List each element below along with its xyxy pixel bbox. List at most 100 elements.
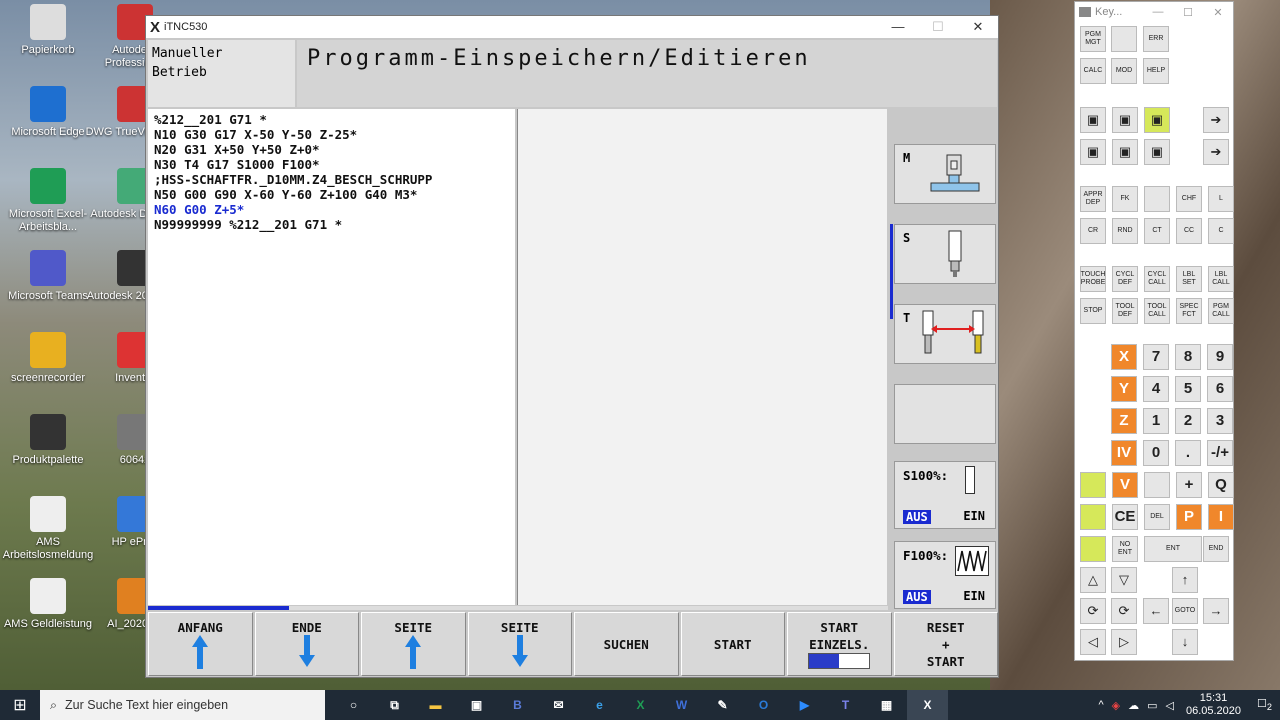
- key-func-10[interactable]: TOUCH PROBE: [1080, 266, 1106, 292]
- calculator-taskbar-icon[interactable]: ▦: [866, 690, 907, 720]
- softkey-8[interactable]: RESET + START: [893, 612, 998, 676]
- softkey-7[interactable]: START EINZELS.: [787, 612, 892, 676]
- outlook-taskbar-icon[interactable]: O: [743, 690, 784, 720]
- tray-app-icon[interactable]: ◈: [1108, 699, 1124, 712]
- desktop-icon[interactable]: AMS Arbeitslosmeldung: [0, 496, 98, 562]
- nav-key-4[interactable]: ⟳: [1111, 598, 1137, 624]
- key-func-0[interactable]: APPR DEP: [1080, 186, 1106, 212]
- key-num-0-3[interactable]: 9: [1207, 344, 1233, 370]
- key-func-16[interactable]: TOOL DEF: [1112, 298, 1138, 324]
- feed-override-ein[interactable]: EIN: [963, 589, 985, 603]
- program-editor[interactable]: %212__201 G71 * N10 G30 G17 X-50 Y-50 Z-2…: [148, 109, 515, 605]
- softkey-6[interactable]: START: [680, 612, 785, 676]
- program-line[interactable]: N30 T4 G17 S1000 F100*: [154, 157, 509, 172]
- key-top-4[interactable]: MOD: [1111, 58, 1137, 84]
- key-edit-5-2[interactable]: DEL: [1144, 504, 1170, 530]
- t-tool-button[interactable]: T: [894, 304, 996, 364]
- nav-key-3[interactable]: ⟳: [1080, 598, 1106, 624]
- key-func-2[interactable]: [1144, 186, 1170, 212]
- key-num-2-3[interactable]: 3: [1207, 408, 1233, 434]
- tray-volume-icon[interactable]: ◁: [1162, 699, 1178, 712]
- desktop-icon[interactable]: Papierkorb: [0, 4, 98, 57]
- tray-network-icon[interactable]: ▭: [1143, 699, 1161, 712]
- desktop-icon[interactable]: Produktpalette: [0, 414, 98, 467]
- key-func-1[interactable]: FK: [1112, 186, 1138, 212]
- key-edit-5-0[interactable]: [1080, 504, 1106, 530]
- key-top-0[interactable]: PGM MGT: [1080, 26, 1106, 52]
- feed-override[interactable]: F100%: AUS EIN: [894, 541, 996, 609]
- desktop-icon[interactable]: Microsoft Teams: [0, 250, 98, 303]
- desktop-icon[interactable]: AMS Geldleistung: [0, 578, 98, 631]
- key-func-13[interactable]: LBL SET: [1176, 266, 1202, 292]
- program-test-icon[interactable]: ▣: [1144, 139, 1170, 165]
- key-func-3[interactable]: CHF: [1176, 186, 1202, 212]
- teams-taskbar-icon[interactable]: T: [825, 690, 866, 720]
- key-func-19[interactable]: PGM CALL: [1208, 298, 1234, 324]
- program-line[interactable]: N10 G30 G17 X-50 Y-50 Z-25*: [154, 127, 509, 142]
- tray-cloud-icon[interactable]: ☁: [1124, 699, 1143, 712]
- key-edit-6-1[interactable]: NO ENT: [1112, 536, 1138, 562]
- key-edit-4-4[interactable]: Q: [1208, 472, 1234, 498]
- softkey-2[interactable]: ENDE: [254, 612, 359, 676]
- key-num-1-2[interactable]: 5: [1175, 376, 1201, 402]
- tnc-taskbar-icon[interactable]: X: [907, 690, 948, 720]
- program-line[interactable]: ;HSS-SCHAFTFR._D10MM.Z4_BESCH_SCHRUPP: [154, 172, 509, 187]
- notification-icon[interactable]: ☐2: [1249, 697, 1280, 712]
- arrow-right-icon[interactable]: ➔: [1203, 139, 1229, 165]
- key-edit-4-3[interactable]: +: [1176, 472, 1202, 498]
- store-icon[interactable]: ▣: [456, 690, 497, 720]
- close-icon[interactable]: ✕: [958, 19, 998, 35]
- nav-key-7[interactable]: ◁: [1080, 629, 1106, 655]
- key-func-11[interactable]: CYCL DEF: [1112, 266, 1138, 292]
- key-edit-6-2[interactable]: ENT: [1144, 536, 1202, 562]
- softkey-1[interactable]: ANFANG: [148, 612, 253, 676]
- key-func-15[interactable]: STOP: [1080, 298, 1106, 324]
- tray-chevron-icon[interactable]: ^: [1094, 699, 1107, 711]
- excel-taskbar-icon[interactable]: X: [620, 690, 661, 720]
- key-num-2-1[interactable]: 1: [1143, 408, 1169, 434]
- key-top-1[interactable]: [1111, 26, 1137, 52]
- softkey-5[interactable]: SUCHEN: [574, 612, 679, 676]
- nav-key-1[interactable]: ▽: [1111, 567, 1137, 593]
- spindle-override-ein[interactable]: EIN: [963, 509, 985, 523]
- spindle-override-aus[interactable]: AUS: [903, 510, 931, 524]
- word-taskbar-icon[interactable]: W: [661, 690, 702, 720]
- nav-key-6[interactable]: →: [1203, 598, 1229, 624]
- arrow-right-icon[interactable]: ➔: [1203, 107, 1229, 133]
- key-func-6[interactable]: RND: [1112, 218, 1138, 244]
- key-func-12[interactable]: CYCL CALL: [1144, 266, 1170, 292]
- s-spindle-button[interactable]: S: [894, 224, 996, 284]
- key-num-0-0[interactable]: X: [1111, 344, 1137, 370]
- key-func-4[interactable]: L: [1208, 186, 1234, 212]
- nav-key-0[interactable]: △: [1080, 567, 1106, 593]
- kbd-close-icon[interactable]: ✕: [1203, 6, 1233, 19]
- program-line[interactable]: N50 G00 G90 X-60 Y-60 Z+100 G40 M3*: [154, 187, 509, 202]
- key-top-2[interactable]: ERR: [1143, 26, 1169, 52]
- task-view-icon[interactable]: ⧉: [374, 690, 415, 720]
- single-step-icon[interactable]: ▣: [1080, 139, 1106, 165]
- zoom-taskbar-icon[interactable]: ▶: [784, 690, 825, 720]
- desktop-icon[interactable]: screenrecorder: [0, 332, 98, 385]
- desktop-icon[interactable]: Microsoft Excel-Arbeitsbla...: [0, 168, 98, 234]
- key-num-2-0[interactable]: Z: [1111, 408, 1137, 434]
- desktop-icon[interactable]: Microsoft Edge: [0, 86, 98, 139]
- key-func-5[interactable]: CR: [1080, 218, 1106, 244]
- key-top-5[interactable]: HELP: [1143, 58, 1169, 84]
- key-edit-5-1[interactable]: CE: [1112, 504, 1138, 530]
- key-num-3-3[interactable]: -/+: [1207, 440, 1233, 466]
- softkey-4[interactable]: SEITE: [467, 612, 572, 676]
- key-num-1-0[interactable]: Y: [1111, 376, 1137, 402]
- key-edit-5-4[interactable]: I: [1208, 504, 1234, 530]
- kbd-minimize-icon[interactable]: —: [1143, 6, 1173, 19]
- key-num-0-2[interactable]: 8: [1175, 344, 1201, 370]
- full-run-icon[interactable]: ▣: [1112, 139, 1138, 165]
- hand-icon[interactable]: ▣: [1080, 107, 1106, 133]
- key-num-2-2[interactable]: 2: [1175, 408, 1201, 434]
- goto-key[interactable]: GOTO: [1172, 598, 1198, 624]
- nav-key-5[interactable]: ←: [1143, 598, 1169, 624]
- key-num-1-1[interactable]: 4: [1143, 376, 1169, 402]
- mail-icon[interactable]: ✉: [538, 690, 579, 720]
- key-func-17[interactable]: TOOL CALL: [1144, 298, 1170, 324]
- file-explorer-icon[interactable]: ▬: [415, 690, 456, 720]
- key-edit-5-3[interactable]: P: [1176, 504, 1202, 530]
